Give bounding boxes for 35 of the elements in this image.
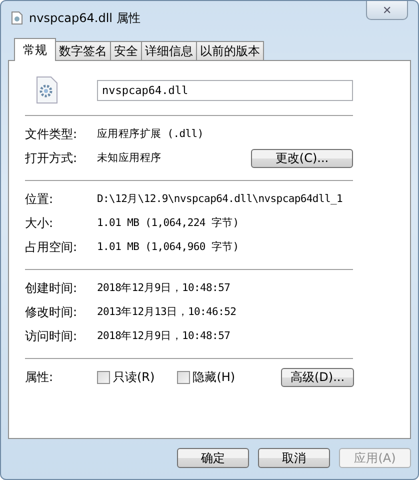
close-button[interactable]: ✕ [366, 1, 408, 20]
checkbox-label[interactable]: 只读(R) [113, 368, 155, 386]
field-label: 占用空间: [25, 238, 78, 256]
field-value: 2018年12月9日，10:48:57 [97, 281, 230, 295]
window-title: nvspcap64.dll 属性 [29, 10, 140, 26]
file-icon [11, 11, 23, 25]
field-label: 大小: [25, 214, 54, 232]
checkbox[interactable] [176, 370, 190, 384]
checkbox-label[interactable]: 隐藏(H) [192, 368, 236, 386]
dialog-button[interactable]: 确定 [177, 448, 249, 468]
field-value: D:\12月\12.9\nvspcap64.dll\nvspcap64dll_1 [97, 192, 343, 206]
field-value: 1.01 MB (1,064,960 字节) [97, 240, 239, 254]
field-value: 应用程序扩展 (.dll) [97, 127, 204, 141]
field-label: 打开方式: [25, 150, 78, 166]
change-button[interactable]: 更改(C)... [251, 148, 353, 168]
dialog-button[interactable]: 取消 [258, 448, 330, 468]
checkbox[interactable] [97, 370, 110, 384]
field-label: 位置: [25, 190, 54, 208]
tab[interactable]: 常规 [14, 38, 56, 61]
file-name-field[interactable]: nvspcap64.dll [97, 80, 353, 100]
tab[interactable]: 详细信息 [141, 41, 197, 60]
tab[interactable]: 以前的版本 [196, 41, 264, 60]
field-label: 创建时间: [25, 280, 78, 296]
field-value: 2013年12月13日，10:46:52 [97, 305, 236, 319]
tab[interactable]: 数字签名 [55, 41, 111, 60]
field-value: 2018年12月9日，10:48:57 [97, 329, 230, 343]
field-label: 属性: [25, 368, 54, 386]
field-label: 修改时间: [25, 304, 78, 320]
field-label: 访问时间: [25, 328, 78, 344]
gear-file-icon [35, 76, 59, 104]
field-value: 未知应用程序 [97, 151, 162, 165]
tab[interactable]: 安全 [110, 41, 142, 60]
field-value: 1.01 MB (1,064,224 字节) [97, 216, 239, 230]
advanced-button[interactable]: 高级(D)... [281, 368, 354, 386]
field-label: 文件类型: [25, 126, 78, 142]
